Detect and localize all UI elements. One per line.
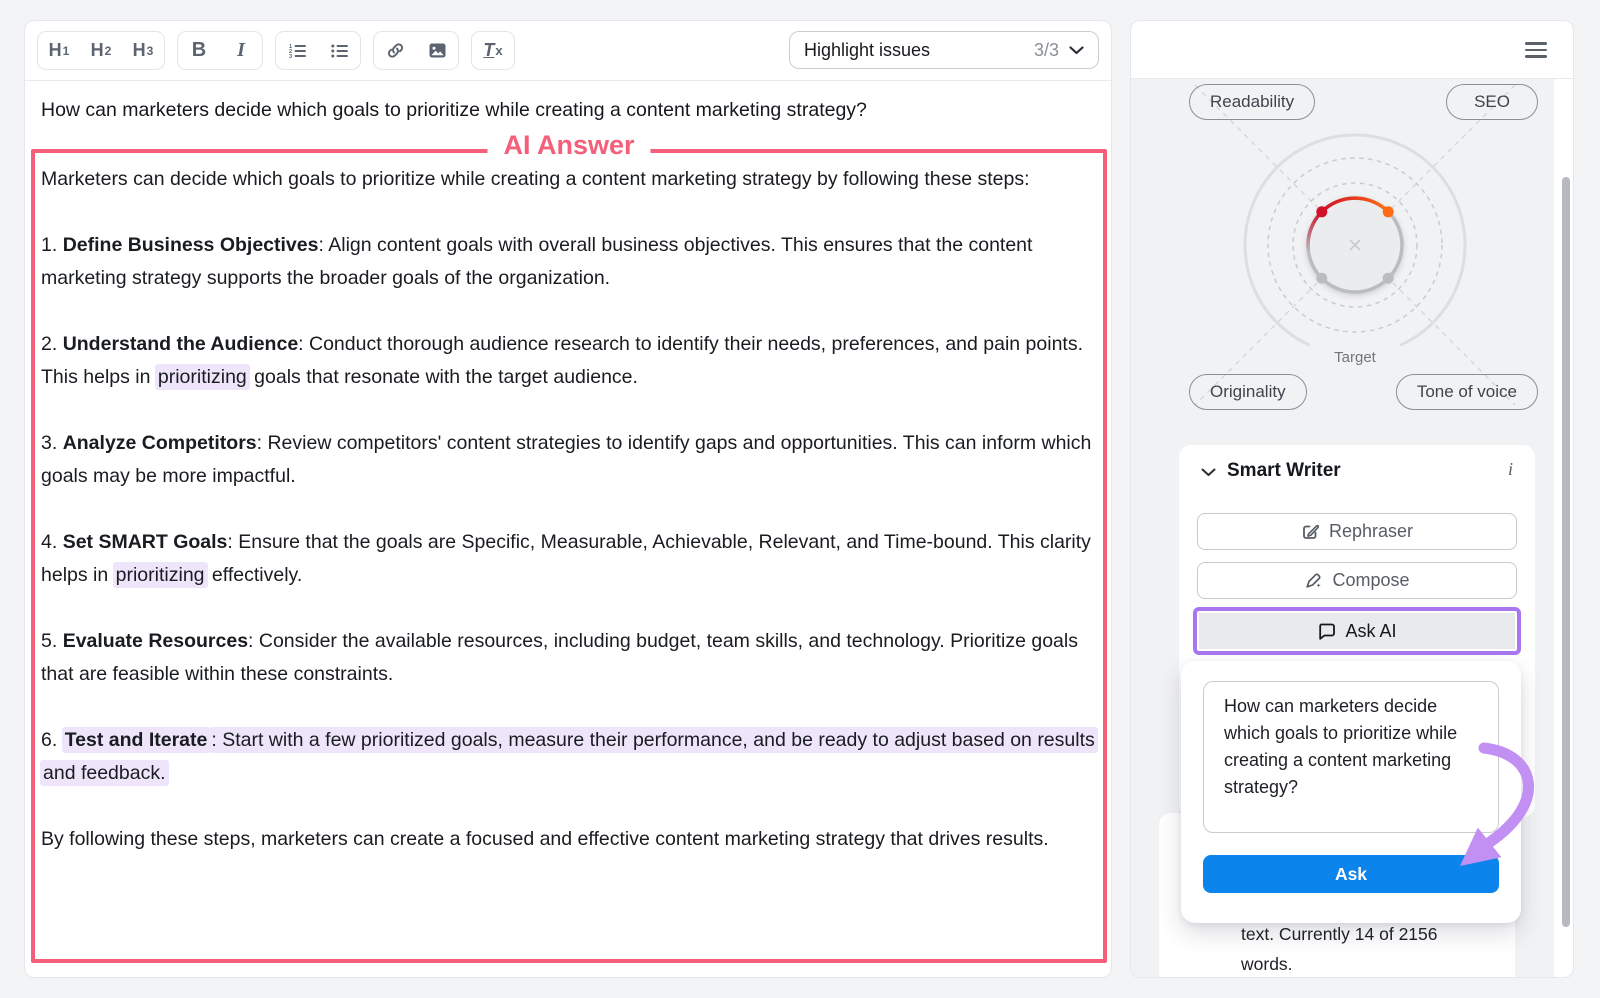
- document-question-text[interactable]: How can marketers decide which goals to …: [41, 99, 1097, 122]
- heading-button-group: H1 H2 H3: [37, 31, 165, 70]
- h2-button[interactable]: H2: [80, 32, 122, 69]
- text-segment: effectively.: [207, 564, 303, 586]
- gauge-dot-seo: [1383, 206, 1394, 217]
- collapse-chevron-icon[interactable]: [1201, 468, 1216, 477]
- ordered-list-icon: 123: [288, 42, 307, 60]
- answer-paragraph: 1. Define Business Objectives: Align con…: [41, 229, 1095, 295]
- bold-label: B: [192, 39, 206, 62]
- chat-bubble-icon: [1317, 622, 1336, 641]
- chevron-down-icon: [1069, 46, 1084, 55]
- sidebar-scrollbar[interactable]: [1562, 177, 1570, 927]
- highlight-issues-label: Highlight issues: [804, 40, 1034, 61]
- text-segment: 3.: [41, 432, 63, 454]
- word-count-note: text. Currently 14 of 2156 words.: [1241, 919, 1481, 978]
- insert-button-group: [373, 31, 459, 70]
- bullet-list-button[interactable]: [318, 32, 360, 69]
- seo-badge[interactable]: SEO: [1446, 84, 1538, 120]
- answer-paragraph: 2. Understand the Audience: Conduct thor…: [41, 328, 1095, 394]
- list-button-group: 123: [275, 31, 361, 70]
- menu-icon[interactable]: [1525, 42, 1547, 58]
- h3-label: H: [133, 40, 146, 61]
- text-segment: By following these steps, marketers can …: [41, 828, 1049, 850]
- ask-ai-button[interactable]: Ask AI: [1199, 613, 1515, 649]
- ask-ai-question-input[interactable]: How can marketers decide which goals to …: [1203, 681, 1499, 833]
- text-segment: Set SMART Goals: [63, 531, 228, 553]
- h3-button[interactable]: H3: [122, 32, 164, 69]
- clear-format-group: Tx: [471, 31, 515, 70]
- answer-paragraph: 4. Set SMART Goals: Ensure that the goal…: [41, 526, 1095, 592]
- text-segment: 6.: [41, 729, 63, 751]
- clear-formatting-sub: x: [495, 43, 502, 58]
- link-icon: [386, 41, 405, 60]
- readability-badge[interactable]: Readability: [1189, 84, 1315, 120]
- svg-text:3: 3: [289, 54, 292, 60]
- compose-label: Compose: [1332, 570, 1409, 591]
- compose-button[interactable]: Compose: [1197, 562, 1517, 599]
- text-segment: 5.: [41, 630, 63, 652]
- text-segment: Evaluate Resources: [63, 630, 248, 652]
- gauge-dot-originality: [1316, 273, 1327, 284]
- h1-label: H: [49, 40, 62, 61]
- answer-paragraph: 5. Evaluate Resources: Consider the avai…: [41, 625, 1095, 691]
- italic-button[interactable]: I: [220, 32, 262, 69]
- rephraser-pencil-icon: [1301, 522, 1320, 541]
- editor-toolbar: H1 H2 H3 B I 123: [37, 31, 515, 70]
- ai-answer-label: AI Answer: [487, 130, 650, 161]
- clear-formatting-label: T: [483, 40, 494, 61]
- ask-button[interactable]: Ask: [1203, 855, 1499, 893]
- info-icon[interactable]: i: [1508, 459, 1513, 480]
- text-segment: goals that resonate with the target audi…: [249, 366, 638, 388]
- toolbar-divider: [25, 80, 1111, 81]
- image-icon: [428, 41, 447, 60]
- answer-paragraph: Marketers can decide which goals to prio…: [41, 163, 1095, 196]
- answer-paragraph: 6. Test and Iterate: Start with a few pr…: [41, 724, 1095, 790]
- h2-label: H: [91, 40, 104, 61]
- bullet-list-icon: [330, 42, 349, 60]
- text-segment: Marketers can decide which goals to prio…: [41, 168, 1030, 190]
- clear-formatting-button[interactable]: Tx: [472, 32, 514, 69]
- smart-writer-title: Smart Writer: [1227, 460, 1341, 482]
- text-segment: prioritizing: [113, 562, 208, 588]
- bold-button[interactable]: B: [178, 32, 220, 69]
- ask-ai-label: Ask AI: [1345, 621, 1396, 642]
- h2-sub: 2: [105, 44, 112, 58]
- tone-of-voice-badge[interactable]: Tone of voice: [1396, 374, 1538, 410]
- ai-answer-paragraphs[interactable]: Marketers can decide which goals to prio…: [41, 163, 1095, 889]
- italic-label: I: [237, 39, 245, 62]
- score-gauge: Target: [1131, 79, 1554, 419]
- highlight-issues-count: 3/3: [1034, 40, 1059, 61]
- rephraser-button[interactable]: Rephraser: [1197, 513, 1517, 550]
- gauge-dot-tone: [1383, 273, 1394, 284]
- assistant-sidebar: Target Readability SEO Originality Tone …: [1130, 20, 1574, 978]
- originality-badge[interactable]: Originality: [1189, 374, 1307, 410]
- image-button[interactable]: [416, 32, 458, 69]
- sidebar-content: Target Readability SEO Originality Tone …: [1131, 79, 1554, 978]
- sidebar-header: [1131, 21, 1573, 79]
- ask-ai-button-highlight: Ask AI: [1193, 607, 1521, 655]
- ask-ai-popup: How can marketers decide which goals to …: [1181, 661, 1521, 923]
- text-segment: prioritizing: [155, 364, 250, 390]
- h1-button[interactable]: H1: [38, 32, 80, 69]
- text-segment: 1.: [41, 234, 63, 256]
- answer-paragraph: By following these steps, marketers can …: [41, 823, 1095, 856]
- answer-paragraph: 3. Analyze Competitors: Review competito…: [41, 427, 1095, 493]
- text-segment: Understand the Audience: [63, 333, 298, 355]
- highlight-issues-dropdown[interactable]: Highlight issues 3/3: [789, 31, 1099, 69]
- compose-pen-icon: [1304, 571, 1323, 590]
- editor-panel: H1 H2 H3 B I 123: [24, 20, 1112, 978]
- text-segment: 4.: [41, 531, 63, 553]
- link-button[interactable]: [374, 32, 416, 69]
- gauge-dot-readability: [1316, 206, 1327, 217]
- text-segment: Analyze Competitors: [63, 432, 257, 454]
- h3-sub: 3: [147, 44, 154, 58]
- ordered-list-button[interactable]: 123: [276, 32, 318, 69]
- text-segment: 2.: [41, 333, 63, 355]
- gauge-target-label: Target: [1334, 349, 1377, 366]
- text-segment: Define Business Objectives: [63, 234, 319, 256]
- format-button-group: B I: [177, 31, 263, 70]
- rephraser-label: Rephraser: [1329, 521, 1413, 542]
- h1-sub: 1: [63, 44, 70, 58]
- text-segment: Test and Iterate: [62, 727, 211, 753]
